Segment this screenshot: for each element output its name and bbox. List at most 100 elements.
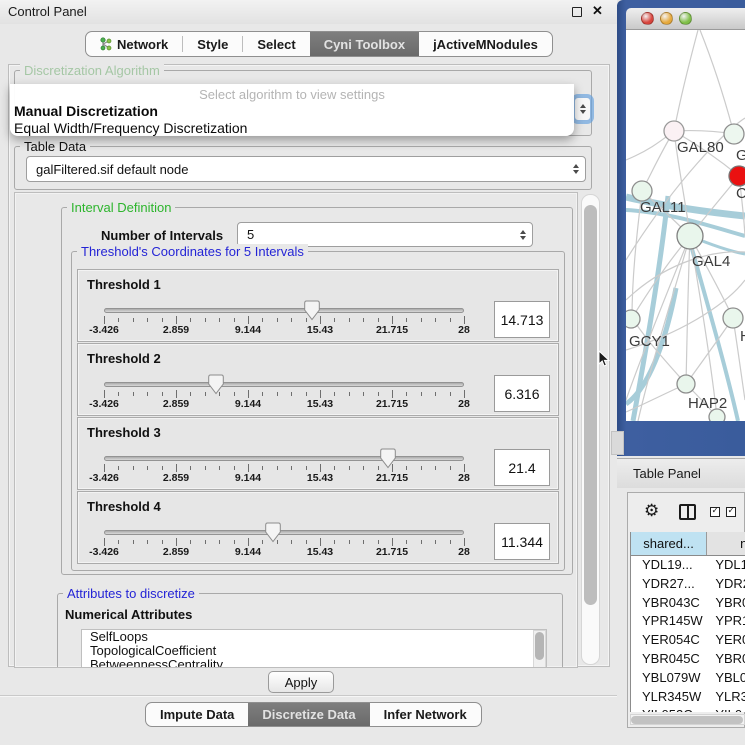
cell-shared-name[interactable]: YLR345W bbox=[631, 688, 707, 707]
bottom-tab-impute-data[interactable]: Impute Data bbox=[146, 703, 248, 726]
node-gcy1[interactable] bbox=[626, 310, 640, 328]
threshold-slider-thumb[interactable] bbox=[265, 522, 281, 543]
table-row[interactable]: YBR045CYBR0 bbox=[631, 650, 745, 669]
threshold-value-field[interactable]: 14.713 bbox=[494, 301, 550, 338]
axis-tick-label: 28 bbox=[458, 546, 470, 558]
tick-mark bbox=[421, 466, 422, 470]
threshold-value-field[interactable]: 11.344 bbox=[494, 523, 550, 560]
bottom-tab-discretize-data[interactable]: Discretize Data bbox=[248, 703, 369, 726]
cell-name[interactable]: YPR1 bbox=[707, 612, 745, 631]
column-header-shared-name[interactable]: shared... bbox=[631, 532, 707, 555]
tab-label: Infer Network bbox=[384, 707, 467, 722]
tick-mark bbox=[320, 316, 321, 324]
cell-shared-name[interactable]: YER054C bbox=[631, 631, 707, 650]
attribute-list-item[interactable]: TopologicalCoefficient bbox=[82, 644, 546, 658]
threshold-slider-track[interactable] bbox=[104, 530, 464, 535]
split-column-icon[interactable] bbox=[679, 504, 696, 520]
node-label: GA bbox=[736, 147, 745, 164]
tick-mark bbox=[349, 318, 350, 322]
node-h[interactable] bbox=[723, 308, 743, 328]
tab-label: Style bbox=[197, 37, 228, 52]
cell-shared-name[interactable]: YIL052C bbox=[631, 706, 707, 712]
tab-label: Select bbox=[257, 37, 295, 52]
tick-mark bbox=[378, 392, 379, 396]
cell-name[interactable]: YER0 bbox=[707, 631, 745, 650]
close-traffic-light-icon[interactable] bbox=[641, 12, 654, 25]
numerical-attributes-list[interactable]: SelfLoopsTopologicalCoefficientBetweenne… bbox=[81, 629, 547, 668]
cell-name[interactable]: YBL0 bbox=[707, 669, 745, 688]
threshold-slider-thumb[interactable] bbox=[380, 448, 396, 469]
apply-button[interactable]: Apply bbox=[268, 671, 334, 693]
attribute-list-item[interactable]: SelfLoops bbox=[82, 630, 546, 644]
tick-mark bbox=[450, 466, 451, 470]
threshold-value-field[interactable]: 6.316 bbox=[494, 375, 550, 412]
node-top-right[interactable] bbox=[724, 124, 744, 144]
checkbox-checked-icon[interactable] bbox=[710, 507, 720, 517]
network-icon bbox=[100, 37, 112, 51]
network-view-canvas[interactable]: GAL80GACGAL11GAL4GCY1HHAP2 bbox=[626, 30, 745, 421]
node-hap2[interactable] bbox=[677, 375, 695, 393]
table-data-combo[interactable]: galFiltered.sif default node bbox=[26, 156, 586, 182]
column-header-name[interactable]: na bbox=[707, 532, 745, 555]
combo-stepper-icon bbox=[573, 164, 579, 174]
panel-vertical-scrollbar[interactable] bbox=[581, 194, 600, 665]
dropdown-option-equal-width-frequency[interactable]: Equal Width/Frequency Discretization bbox=[14, 120, 247, 136]
cell-shared-name[interactable]: YBR045C bbox=[631, 650, 707, 669]
node-red-selected[interactable] bbox=[729, 166, 745, 186]
float-window-icon[interactable] bbox=[572, 7, 582, 17]
dropdown-option-manual-discretization[interactable]: Manual Discretization bbox=[14, 103, 158, 119]
table-row[interactable]: YER054CYER0 bbox=[631, 631, 745, 650]
tab-cyni-toolbox[interactable]: Cyni Toolbox bbox=[310, 32, 419, 56]
threshold-value-field[interactable]: 21.4 bbox=[494, 449, 550, 486]
threshold-slider-thumb[interactable] bbox=[304, 300, 320, 321]
threshold-slider-track[interactable] bbox=[104, 456, 464, 461]
tab-select[interactable]: Select bbox=[243, 32, 309, 56]
cyni-bottom-tabs: Impute DataDiscretize Data Infer Network bbox=[145, 702, 482, 727]
node-gal4[interactable] bbox=[677, 223, 703, 249]
threshold-slider-thumb[interactable] bbox=[208, 374, 224, 395]
table-row[interactable]: YIL052CYIL0 bbox=[631, 706, 745, 712]
axis-tick-label: 28 bbox=[458, 324, 470, 336]
cell-name[interactable]: YDR2 bbox=[707, 575, 745, 594]
cell-name[interactable]: YDL1 bbox=[707, 556, 745, 575]
tick-mark bbox=[464, 538, 465, 546]
attributes-list-scrollbar-thumb[interactable] bbox=[535, 632, 544, 660]
tab-style[interactable]: Style bbox=[183, 32, 242, 56]
cell-shared-name[interactable]: YPR145W bbox=[631, 612, 707, 631]
axis-tick-label: -3.426 bbox=[89, 472, 119, 484]
cell-shared-name[interactable]: YBL079W bbox=[631, 669, 707, 688]
threshold-slider-track[interactable] bbox=[104, 382, 464, 387]
cell-name[interactable]: YLR3 bbox=[707, 688, 745, 707]
table-row[interactable]: YDR27...YDR2 bbox=[631, 575, 745, 594]
node-gal80[interactable] bbox=[664, 121, 684, 141]
network-window-titlebar[interactable] bbox=[626, 8, 745, 30]
cell-name[interactable]: YBR0 bbox=[707, 650, 745, 669]
tab-network[interactable]: Network bbox=[86, 32, 182, 56]
panel-scrollbar-thumb[interactable] bbox=[584, 205, 597, 605]
attribute-list-item[interactable]: BetweennessCentrality bbox=[82, 658, 546, 668]
cell-name[interactable]: YIL0 bbox=[707, 706, 745, 712]
table-row[interactable]: YPR145WYPR1 bbox=[631, 612, 745, 631]
node-gal11[interactable] bbox=[632, 181, 652, 201]
gear-icon[interactable]: ⚙ bbox=[644, 501, 659, 521]
table-row[interactable]: YLR345WYLR3 bbox=[631, 688, 745, 707]
splitter-handle[interactable] bbox=[611, 431, 624, 455]
threshold-slider-track[interactable] bbox=[104, 308, 464, 313]
tab-jactivemnodules[interactable]: jActiveMNodules bbox=[419, 32, 552, 56]
table-row[interactable]: YBR043CYBR0 bbox=[631, 594, 745, 613]
close-icon[interactable]: ✕ bbox=[592, 3, 603, 19]
table-row[interactable]: YBL079WYBL0 bbox=[631, 669, 745, 688]
cell-shared-name[interactable]: YDR27... bbox=[631, 575, 707, 594]
cell-name[interactable]: YBR0 bbox=[707, 594, 745, 613]
table-scrollbar-thumb[interactable] bbox=[631, 716, 743, 724]
bottom-tab-infer-network[interactable]: Infer Network bbox=[370, 703, 481, 726]
zoom-traffic-light-icon[interactable] bbox=[679, 12, 692, 25]
cell-shared-name[interactable]: YDL19... bbox=[631, 556, 707, 575]
axis-tick-label: 9.144 bbox=[235, 546, 261, 558]
table-row[interactable]: YDL19...YDL1 bbox=[631, 556, 745, 575]
cell-shared-name[interactable]: YBR043C bbox=[631, 594, 707, 613]
algorithm-combo-stepper[interactable] bbox=[574, 97, 591, 121]
minimize-traffic-light-icon[interactable] bbox=[660, 12, 673, 25]
axis-tick-label: 21.715 bbox=[376, 546, 408, 558]
checkbox-checked-icon[interactable] bbox=[726, 507, 736, 517]
